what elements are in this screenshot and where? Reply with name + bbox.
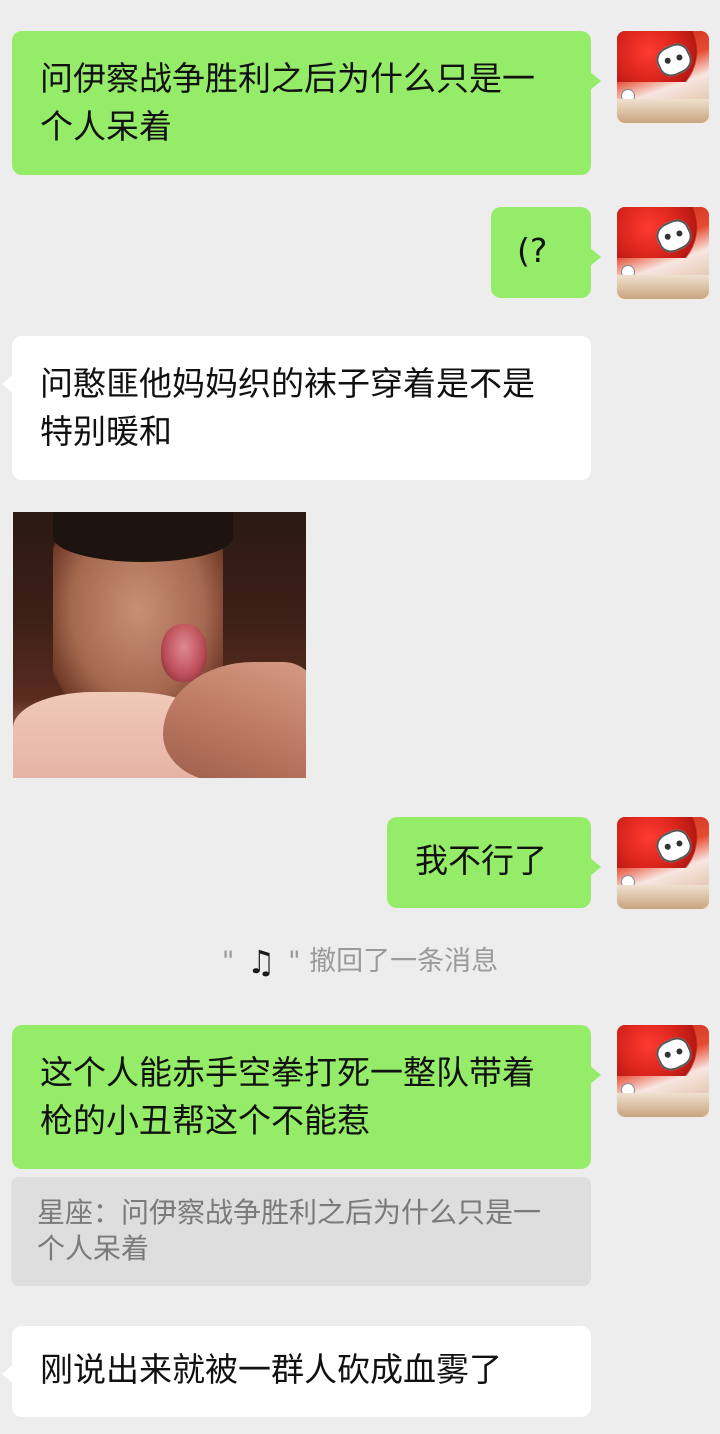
message-text: 问伊察战争胜利之后为什么只是一个人呆着	[40, 59, 535, 146]
message-text: 我不行了	[415, 841, 547, 880]
bubble-tail	[589, 1065, 601, 1085]
message-text: 问憨匪他妈妈织的袜子穿着是不是特别暖和	[40, 364, 535, 451]
my-avatar[interactable]	[617, 817, 709, 909]
bubble-tail	[2, 1364, 14, 1384]
message-bubble-outgoing[interactable]: 问伊察战争胜利之后为什么只是一个人呆着	[12, 31, 601, 175]
bubble-tail	[589, 857, 601, 877]
message-bubble-outgoing[interactable]: (?	[491, 207, 601, 298]
message-bubble-outgoing[interactable]: 这个人能赤手空拳打死一整队带着枪的小丑帮这个不能惹	[12, 1025, 601, 1169]
message-bubble-outgoing[interactable]: 我不行了	[387, 817, 601, 908]
music-note-icon: ♫	[246, 943, 276, 981]
message-text: (?	[517, 231, 548, 270]
recall-notice: " ♫ " 撤回了一条消息	[0, 940, 720, 984]
message-bubble-incoming[interactable]: 问憨匪他妈妈织的袜子穿着是不是特别暖和	[2, 336, 591, 480]
my-avatar[interactable]	[617, 31, 709, 123]
message-text: 刚说出来就被一群人砍成血雾了	[40, 1350, 502, 1389]
bubble-tail	[589, 247, 601, 267]
bubble-tail	[2, 374, 14, 394]
my-avatar[interactable]	[617, 207, 709, 299]
quote-mark-open: "	[221, 946, 235, 977]
sticker-image[interactable]	[13, 512, 306, 778]
my-avatar[interactable]	[617, 1025, 709, 1117]
quoted-message[interactable]: 星座：问伊察战争胜利之后为什么只是一个人呆着	[11, 1177, 591, 1286]
recall-text: 撤回了一条消息	[309, 946, 499, 977]
quote-mark-close: "	[288, 946, 301, 977]
quoted-text: 星座：问伊察战争胜利之后为什么只是一个人呆着	[37, 1196, 542, 1265]
message-bubble-incoming[interactable]: 刚说出来就被一群人砍成血雾了	[2, 1326, 591, 1417]
bubble-tail	[589, 71, 601, 91]
message-text: 这个人能赤手空拳打死一整队带着枪的小丑帮这个不能惹	[40, 1053, 535, 1140]
